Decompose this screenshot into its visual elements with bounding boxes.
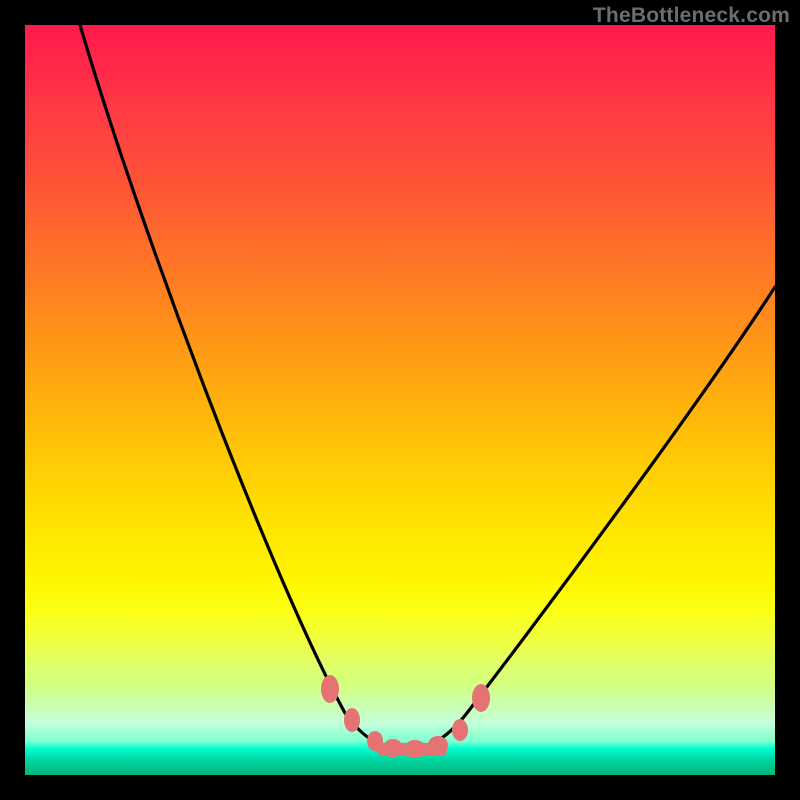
chart-frame: TheBottleneck.com <box>0 0 800 800</box>
chart-svg <box>25 25 775 775</box>
watermark-text: TheBottleneck.com <box>593 4 790 28</box>
bottleneck-curve <box>80 25 775 749</box>
